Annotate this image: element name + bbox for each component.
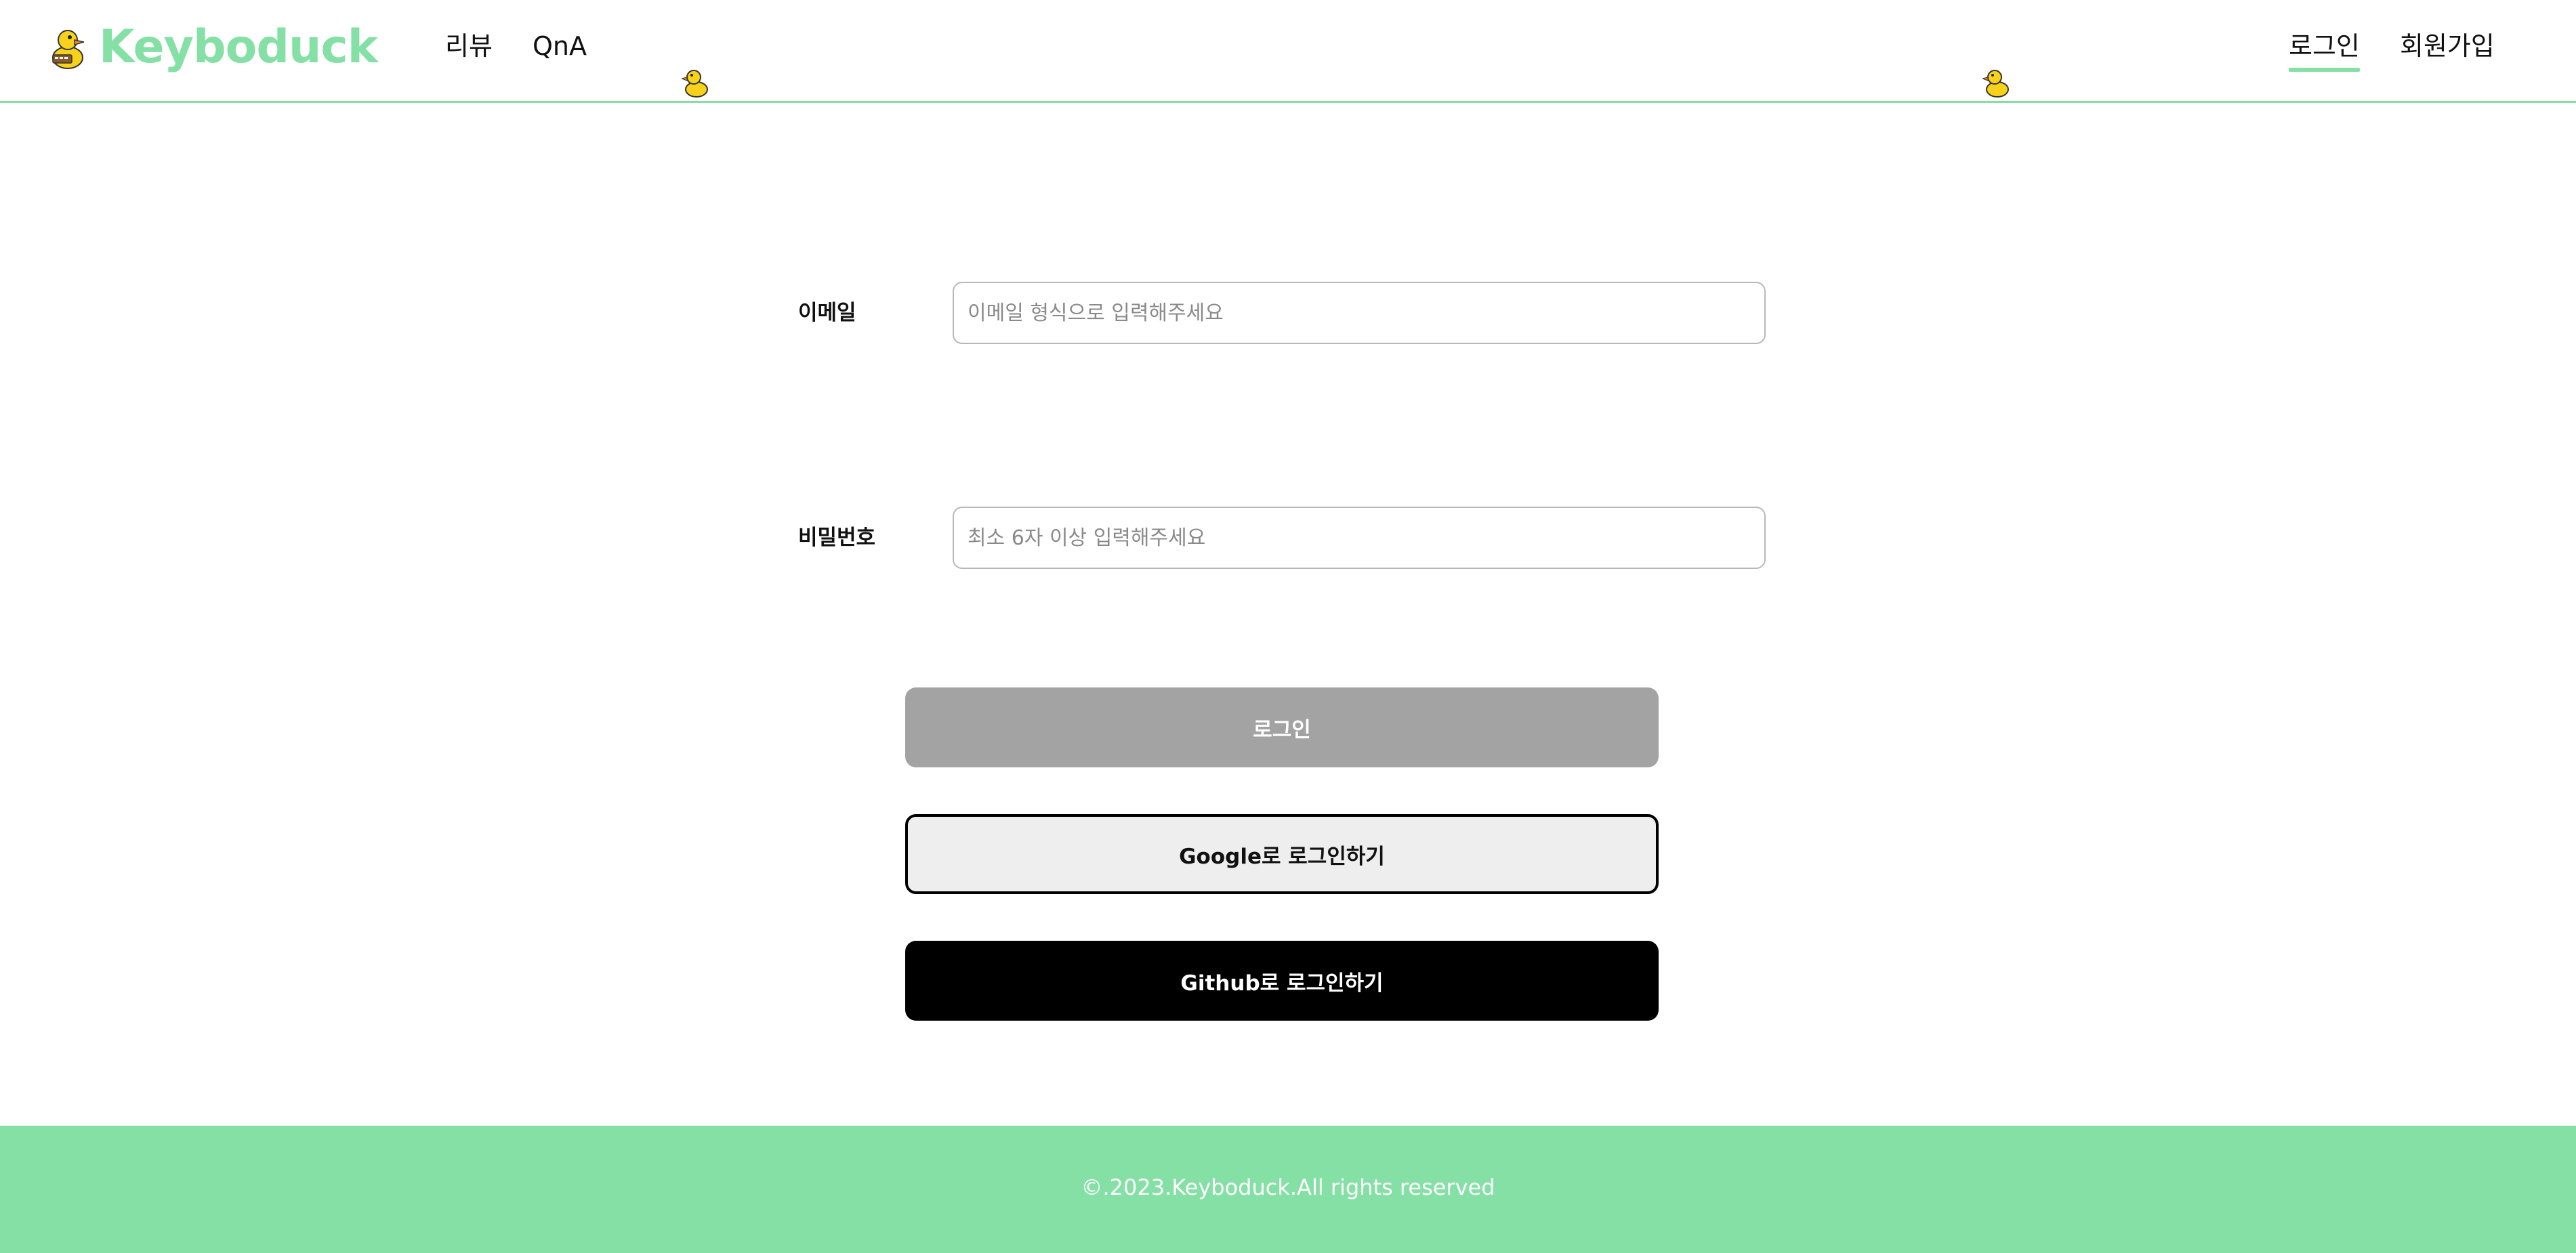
nav-link-reviews[interactable]: 리뷰 <box>445 26 493 66</box>
email-label: 이메일 <box>798 301 856 325</box>
email-input[interactable] <box>953 282 1766 344</box>
nav-link-login[interactable]: 로그인 <box>2289 26 2360 72</box>
google-login-button[interactable]: Google로 로그인하기 <box>905 814 1659 894</box>
brand-logo-link[interactable]: Keyboduck <box>47 20 378 75</box>
duck-icon <box>1982 70 2009 98</box>
password-label: 비밀번호 <box>798 526 876 550</box>
brand-name: Keyboduck <box>99 20 378 74</box>
copyright-text: ©.2023.Keyboduck.All rights reserved <box>1081 1174 1495 1200</box>
footer: ©.2023.Keyboduck.All rights reserved <box>0 1126 2576 1253</box>
github-login-button[interactable]: Github로 로그인하기 <box>905 941 1659 1021</box>
nav-link-signup[interactable]: 회원가입 <box>2400 26 2495 66</box>
top-navigation-bar: Keyboduck 리뷰 QnA 로그인 회원가입 <box>0 0 2576 103</box>
duck-icon <box>682 70 708 98</box>
password-input[interactable] <box>953 507 1766 569</box>
login-button[interactable]: 로그인 <box>905 687 1659 767</box>
duck-logo-icon <box>52 30 85 69</box>
nav-link-qna[interactable]: QnA <box>533 26 587 66</box>
